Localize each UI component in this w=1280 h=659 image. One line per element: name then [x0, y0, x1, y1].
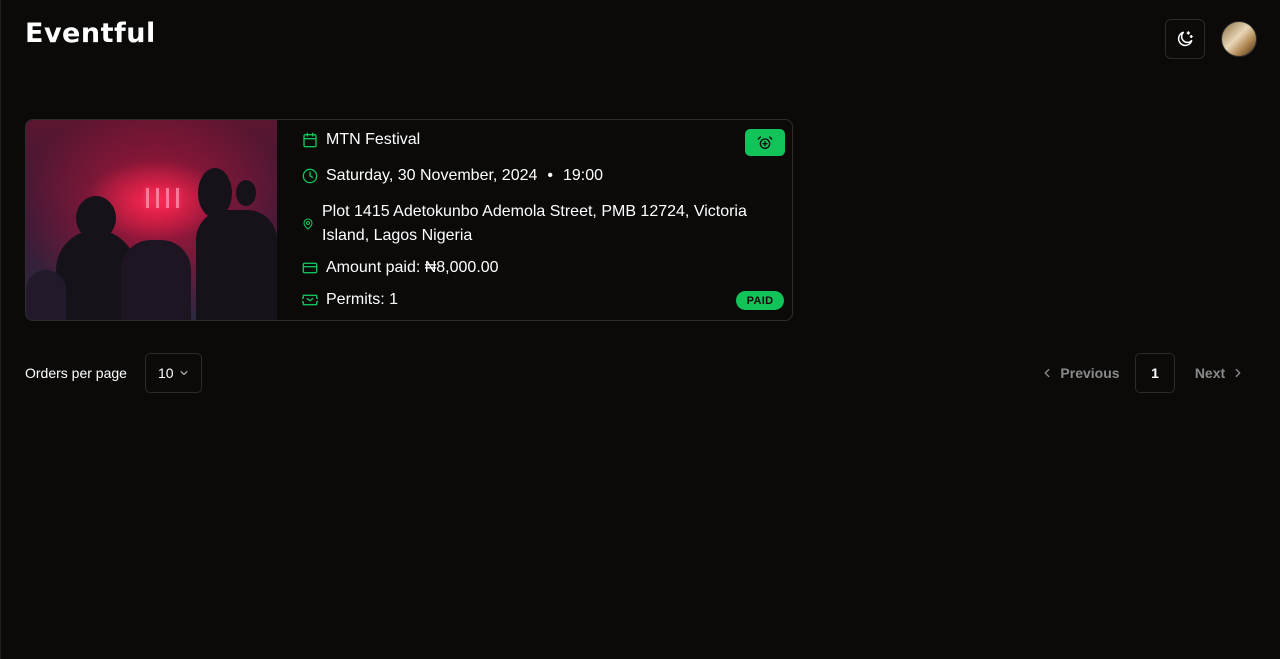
moon-stars-icon [1177, 31, 1193, 47]
page-number-button[interactable]: 1 [1135, 353, 1175, 393]
app-header: Eventful [1, 0, 1280, 80]
next-page-label: Next [1194, 365, 1226, 381]
amount-paid: Amount paid: ₦8,000.00 [326, 259, 499, 276]
orders-per-page-label: Orders per page [25, 365, 127, 381]
amount-row: Amount paid: ₦8,000.00 [302, 256, 499, 280]
permits-row: Permits: 1 [302, 288, 398, 312]
credit-card-icon [302, 260, 318, 276]
event-image [26, 120, 277, 320]
payment-status-badge: PAID [736, 291, 784, 310]
clock-icon [302, 168, 318, 184]
event-name-row: MTN Festival [302, 128, 420, 152]
calendar-icon [302, 132, 318, 148]
app-logo[interactable]: Eventful [25, 18, 156, 49]
event-date-row: Saturday, 30 November, 2024 • 19:00 [302, 164, 603, 188]
alarm-clock-icon [757, 135, 773, 149]
event-address-row: Plot 1415 Adetokunbo Ademola Street, PMB… [302, 200, 770, 248]
orders-per-page-select[interactable]: 10 [145, 353, 202, 393]
order-card[interactable]: MTN Festival Saturday, 30 November, 2024… [25, 119, 793, 321]
chevron-right-icon [1235, 368, 1241, 378]
user-avatar[interactable] [1221, 21, 1257, 57]
chevron-down-icon [180, 371, 188, 375]
next-page-button[interactable]: Next [1187, 353, 1253, 393]
set-reminder-button[interactable] [745, 129, 785, 156]
map-pin-icon [302, 216, 314, 232]
permits-count: Permits: 1 [326, 291, 399, 308]
date-time-separator: • [547, 167, 553, 184]
event-time: 19:00 [563, 167, 604, 184]
chevron-left-icon [1045, 368, 1050, 378]
theme-toggle-button[interactable] [1165, 19, 1205, 59]
event-name: MTN Festival [326, 131, 421, 148]
event-address: Plot 1415 Adetokunbo Ademola Street, PMB… [322, 203, 747, 244]
previous-page-label: Previous [1060, 365, 1120, 381]
ticket-icon [302, 292, 318, 308]
previous-page-button[interactable]: Previous [1037, 353, 1123, 393]
orders-per-page-value: 10 [158, 365, 174, 381]
event-date: Saturday, 30 November, 2024 [326, 167, 538, 184]
